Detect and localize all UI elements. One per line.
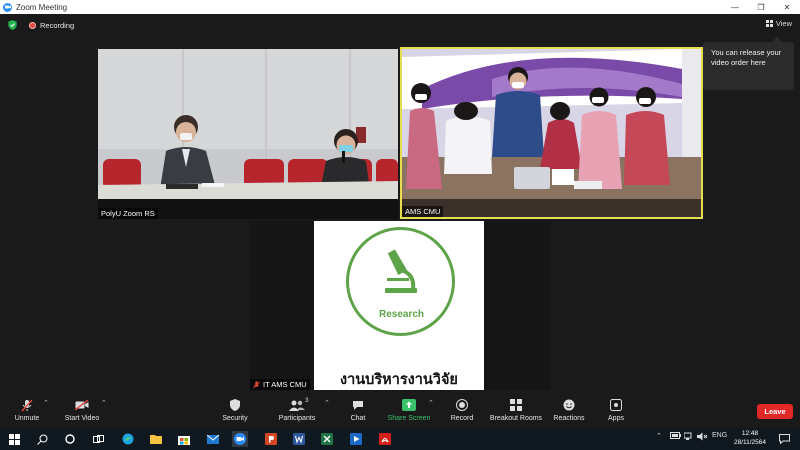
record-icon [456, 399, 468, 411]
apps-icon [610, 399, 622, 411]
zoom-logo-icon [3, 2, 12, 12]
participant-name-ams-cmu: AMS CMU [402, 206, 444, 217]
audio-options-caret[interactable]: ⌃ [43, 399, 49, 407]
participants-count: 3 [305, 397, 309, 404]
input-language[interactable]: ENG [712, 432, 727, 439]
view-label: View [775, 19, 792, 28]
mail-icon[interactable] [205, 431, 221, 447]
record-label: Record [450, 415, 474, 422]
participants-icon [289, 400, 305, 411]
record-button[interactable]: Record [446, 398, 478, 422]
chat-bubble-icon [353, 400, 363, 410]
restore-button[interactable]: ❐ [748, 0, 774, 14]
video-tile-polyu[interactable]: PolyU Zoom RS [98, 49, 398, 219]
research-slide: Research งานบริหารงานวิจัย [314, 221, 484, 390]
minimize-button[interactable]: — [722, 0, 748, 14]
security-shield-icon [230, 399, 240, 411]
reactions-emoji-icon [563, 399, 575, 411]
network-icon[interactable] [683, 432, 694, 442]
windows-taskbar: ⌃ ENG 12:48 28/11/2564 [0, 428, 800, 450]
task-view-icon[interactable] [90, 431, 106, 447]
window-title: Zoom Meeting [16, 2, 68, 12]
research-label: Research [378, 309, 425, 320]
window-titlebar: Zoom Meeting — ❐ ✕ [0, 0, 800, 14]
share-options-caret[interactable]: ⌃ [428, 399, 434, 407]
search-icon[interactable] [34, 431, 50, 447]
cortana-icon[interactable] [62, 431, 78, 447]
powerpoint-icon[interactable] [263, 431, 279, 447]
breakout-rooms-icon [510, 399, 522, 411]
polyu-video-frame [98, 49, 398, 219]
ams-cmu-name-label: AMS CMU [405, 207, 441, 216]
participants-label: Participants [278, 415, 316, 422]
clock-time: 12:48 [741, 430, 759, 437]
file-explorer-icon[interactable] [148, 431, 164, 447]
ams-cmu-video-frame [402, 49, 701, 217]
research-logo-circle: Research [346, 227, 455, 336]
video-off-icon [75, 400, 89, 410]
start-video-label: Start Video [64, 415, 100, 422]
reactions-label: Reactions [553, 415, 585, 422]
apps-button[interactable]: Apps [604, 398, 628, 422]
participant-name-it-ams-cmu: IT AMS CMU [250, 379, 310, 390]
security-button[interactable]: Security [217, 398, 253, 422]
unmute-button[interactable]: Unmute [8, 398, 46, 422]
window-controls: — ❐ ✕ [722, 0, 800, 14]
video-tile-it-ams-cmu[interactable]: Research งานบริหารงานวิจัย IT AMS CMU [250, 221, 550, 390]
unmute-label: Unmute [14, 415, 40, 422]
mic-muted-icon [21, 399, 33, 411]
tooltip-text: You can release your video order here [711, 48, 782, 67]
meeting-topbar: Recording View [0, 14, 800, 36]
word-icon[interactable] [291, 431, 307, 447]
polyu-name-label: PolyU Zoom RS [101, 209, 155, 218]
breakout-rooms-button[interactable]: Breakout Rooms [487, 398, 545, 422]
taskbar-clock[interactable]: 12:48 28/11/2564 [731, 430, 769, 447]
share-screen-button[interactable]: Share Screen [386, 398, 432, 422]
recording-dot-icon [29, 21, 36, 29]
recording-label[interactable]: Recording [40, 21, 74, 30]
volume-muted-icon[interactable] [697, 432, 708, 443]
it-ams-cmu-name-label: IT AMS CMU [263, 380, 307, 389]
battery-icon[interactable] [670, 432, 681, 441]
leave-button[interactable]: Leave [757, 404, 793, 419]
view-button[interactable]: View [765, 19, 792, 28]
edge-browser-icon[interactable] [120, 431, 136, 447]
start-video-button[interactable]: Start Video [60, 398, 104, 422]
participants-options-caret[interactable]: ⌃ [324, 399, 330, 407]
muted-mic-icon [253, 380, 260, 388]
zoom-meeting-window: Zoom Meeting — ❐ ✕ Recording View PolyU … [0, 0, 800, 450]
windows-start-icon[interactable] [6, 431, 22, 447]
video-order-tooltip: You can release your video order here [703, 37, 794, 90]
clock-date: 28/11/2564 [733, 438, 767, 446]
acrobat-reader-icon[interactable] [377, 431, 393, 447]
microsoft-store-icon[interactable] [176, 431, 192, 447]
apps-label: Apps [608, 415, 624, 422]
share-screen-label: Share Screen [387, 415, 431, 422]
security-label: Security [222, 415, 248, 422]
video-options-caret[interactable]: ⌃ [101, 399, 107, 407]
meeting-toolbar: Unmute ⌃ Start Video ⌃ Security Particip… [0, 394, 800, 428]
encryption-shield-icon[interactable] [8, 20, 17, 30]
chat-label: Chat [350, 415, 366, 422]
microscope-icon [385, 249, 417, 293]
zoom-taskbar-icon[interactable] [232, 431, 248, 447]
participant-name-polyu: PolyU Zoom RS [98, 208, 158, 219]
share-screen-icon [402, 399, 416, 411]
reactions-button[interactable]: Reactions [551, 398, 587, 422]
participants-button[interactable]: Participants [276, 398, 318, 422]
show-hidden-icons-caret[interactable]: ⌃ [656, 432, 662, 440]
slide-thai-title: งานบริหารงานวิจัย [340, 372, 458, 388]
chat-button[interactable]: Chat [344, 398, 372, 422]
video-tile-ams-cmu[interactable]: AMS CMU [400, 47, 703, 219]
close-button[interactable]: ✕ [774, 0, 800, 14]
breakout-rooms-label: Breakout Rooms [489, 415, 543, 422]
notifications-icon[interactable] [776, 431, 792, 447]
grid-view-icon [765, 20, 773, 27]
media-player-icon[interactable] [348, 431, 364, 447]
excel-icon[interactable] [319, 431, 335, 447]
